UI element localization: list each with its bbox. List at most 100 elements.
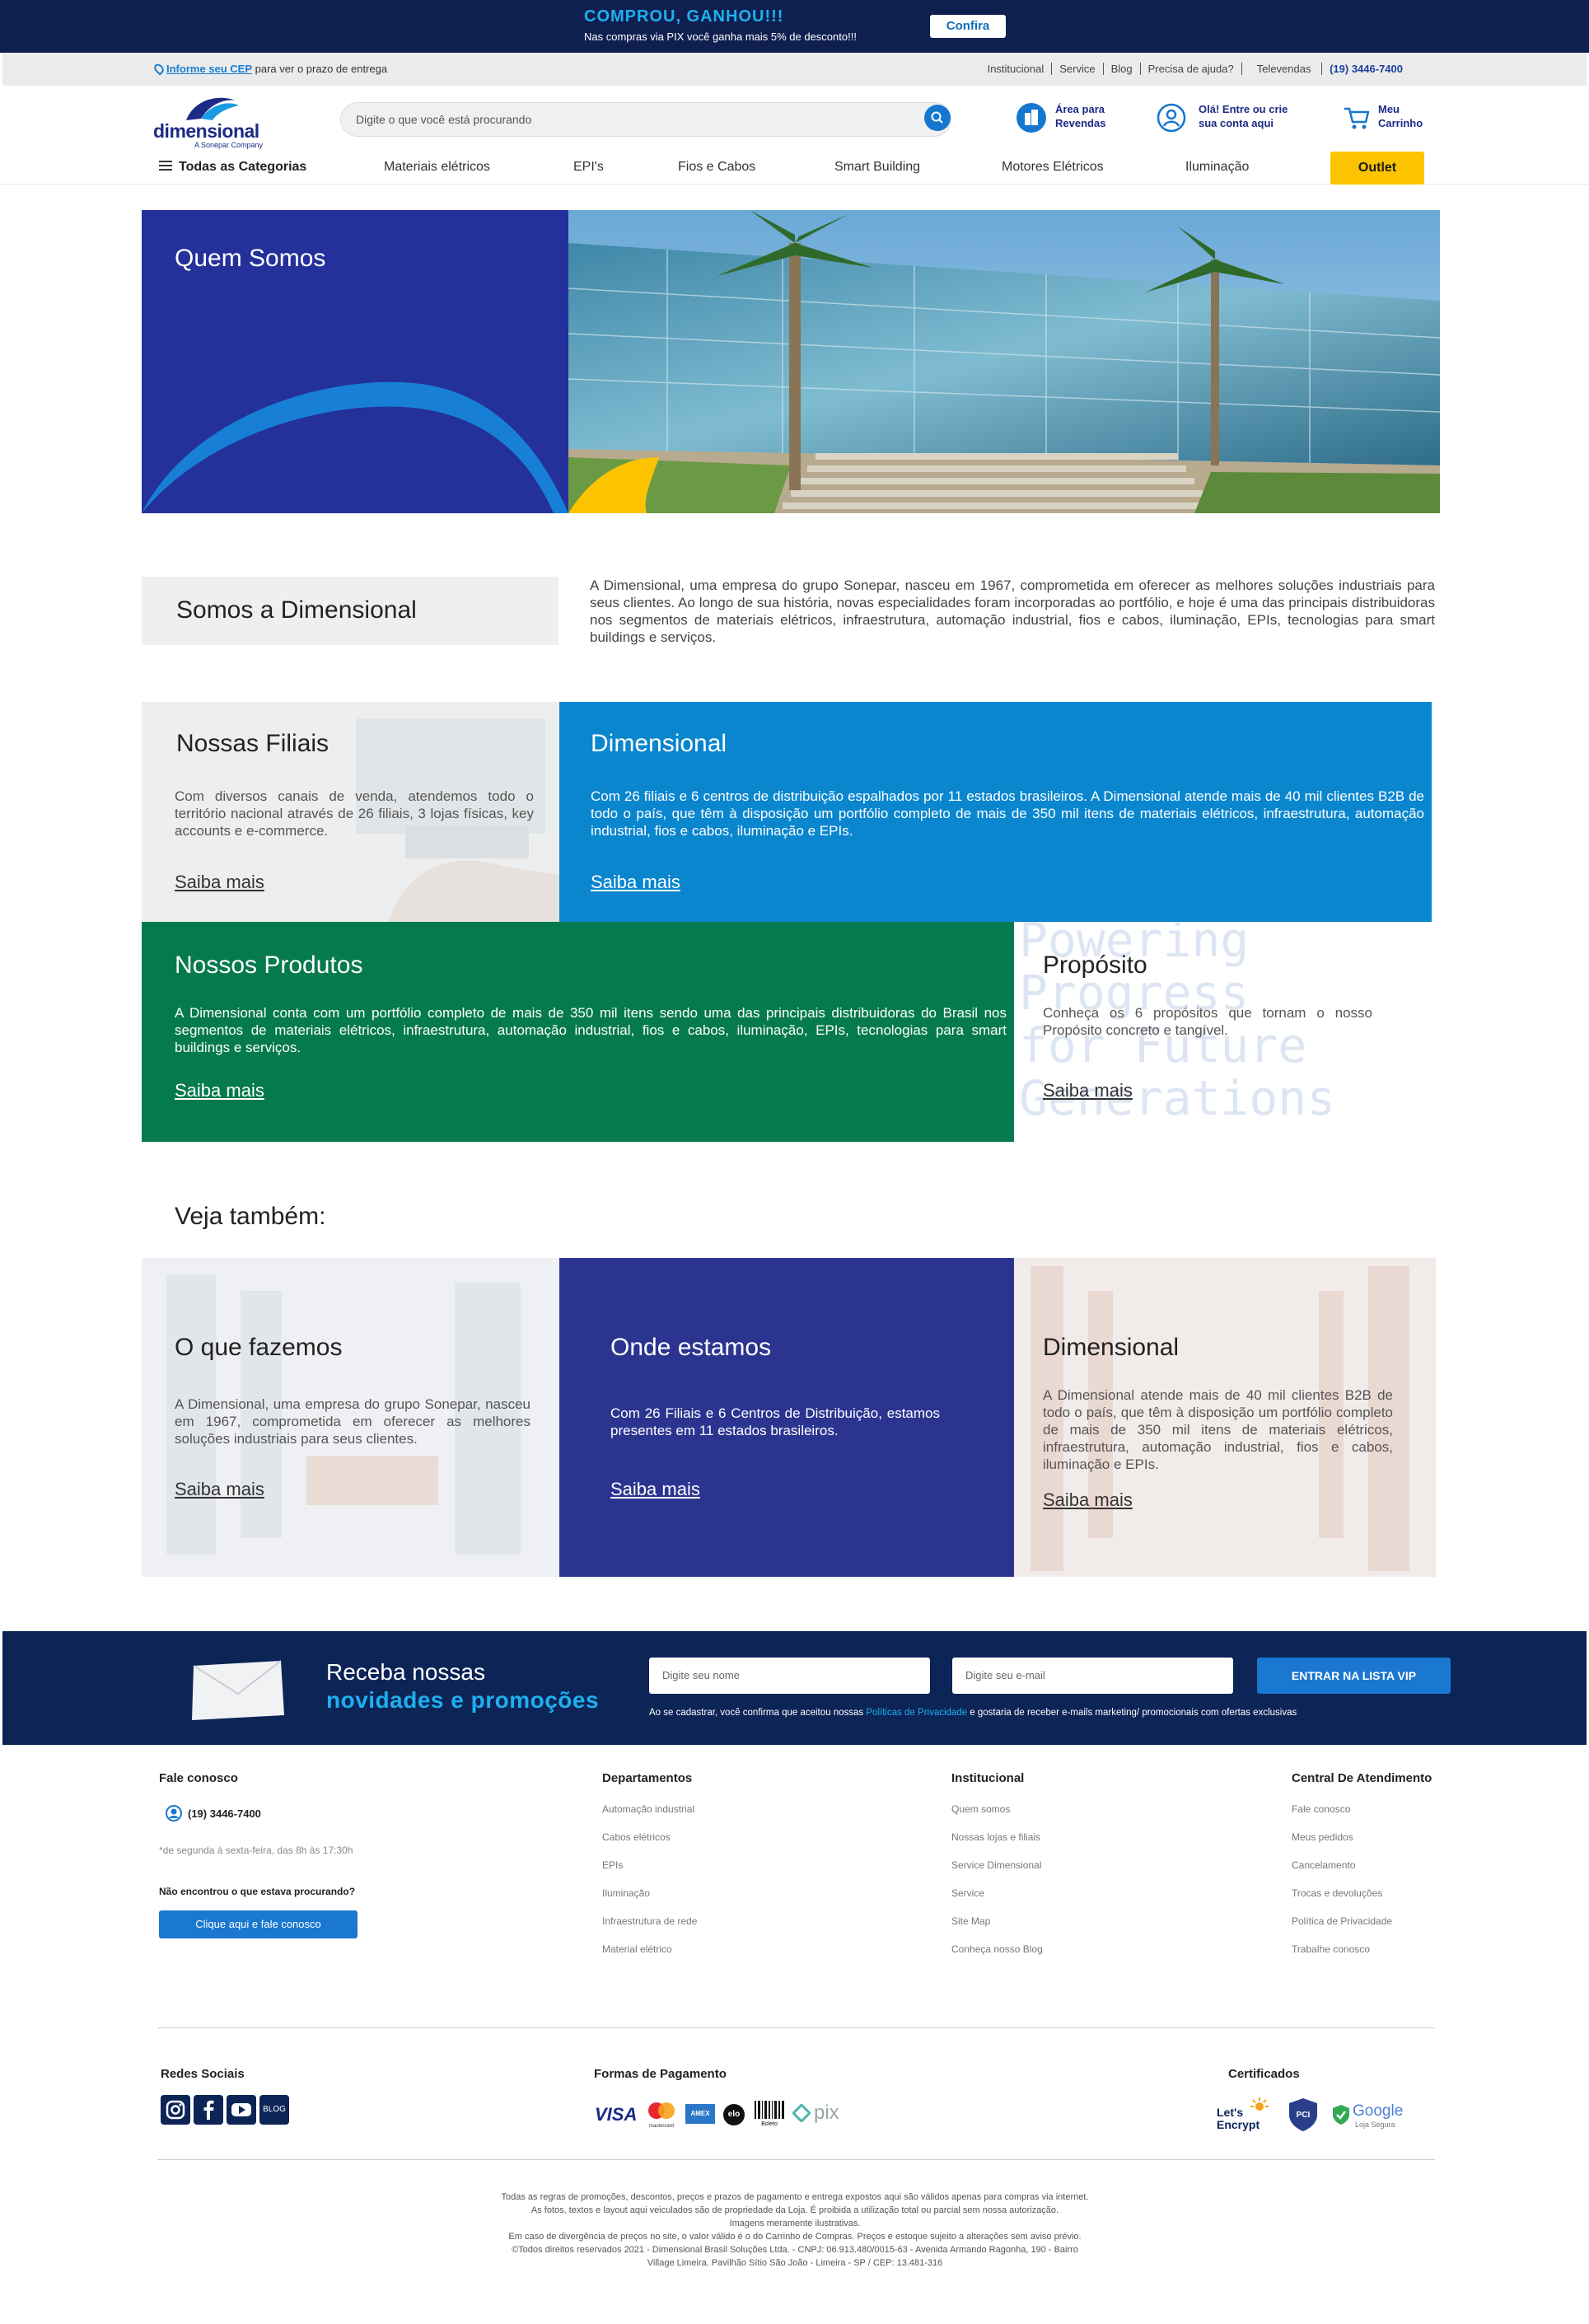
footer-dept-link[interactable]: Automação industrial xyxy=(602,1803,694,1815)
nav-smart-building[interactable]: Smart Building xyxy=(834,160,920,175)
hero-building-photo xyxy=(568,210,1440,513)
televendas[interactable]: Televendas (19) 3446-7400 xyxy=(1242,63,1418,75)
card-o-que-fazemos: O que fazemos A Dimensional, uma empresa… xyxy=(142,1258,559,1577)
footer-inst-link[interactable]: Site Map xyxy=(951,1915,990,1927)
hamburger-icon xyxy=(159,161,172,171)
card-fazemos-text: A Dimensional, uma empresa do grupo Sone… xyxy=(175,1396,530,1447)
youtube-icon[interactable] xyxy=(227,2095,256,2125)
footer-inst-link[interactable]: Service Dimensional xyxy=(951,1859,1041,1871)
card-estamos-saiba-mais[interactable]: Saiba mais xyxy=(610,1479,700,1500)
card-dimensional-see-also: Dimensional A Dimensional atende mais de… xyxy=(1014,1258,1436,1577)
blog-icon[interactable]: BLOG xyxy=(259,2095,289,2125)
util-link-service[interactable]: Service xyxy=(1052,63,1104,75)
card-proposito-title: Propósito xyxy=(1043,952,1147,979)
support-agent-icon xyxy=(166,1805,182,1821)
card-dimensional-text: Com 26 filiais e 6 centros de distribuiç… xyxy=(591,788,1424,839)
card-filiais-text: Com diversos canais de venda, atendemos … xyxy=(175,788,534,839)
footer-central-link[interactable]: Fale conosco xyxy=(1292,1803,1350,1815)
util-link-institucional[interactable]: Institucional xyxy=(980,63,1053,75)
footer-contact-title: Fale conosco xyxy=(159,1771,238,1785)
card-fazemos-saiba-mais[interactable]: Saiba mais xyxy=(175,1479,264,1500)
card-produtos-title: Nossos Produtos xyxy=(175,952,363,979)
facebook-icon[interactable] xyxy=(194,2095,223,2125)
footer-dept-link[interactable]: Material elétrico xyxy=(602,1943,672,1955)
footer-inst-link[interactable]: Conheça nosso Blog xyxy=(951,1943,1043,1955)
revendas-line2: Revendas xyxy=(1055,117,1106,129)
footer-not-found: Não encontrou o que estava procurando? xyxy=(159,1886,356,1897)
promo-confira-button[interactable]: Confira xyxy=(930,15,1006,38)
card-onde-estamos: Onde estamos Com 26 Filiais e 6 Centros … xyxy=(559,1258,1014,1577)
footer-central-link[interactable]: Meus pedidos xyxy=(1292,1831,1353,1843)
visa-icon: VISA xyxy=(595,2104,638,2125)
footer-inst-link[interactable]: Nossas lojas e filiais xyxy=(951,1831,1040,1843)
cep-link[interactable]: Informe seu CEP xyxy=(166,63,252,75)
footer-inst-title: Institucional xyxy=(951,1771,1025,1785)
nav-all-categories[interactable]: Todas as Categorias xyxy=(159,160,306,175)
newsletter-email-input[interactable]: Digite seu e-mail xyxy=(952,1658,1233,1694)
footer-inst-link[interactable]: Quem somos xyxy=(951,1803,1010,1815)
footer-central-link[interactable]: Trabalhe conosco xyxy=(1292,1943,1370,1955)
newsletter-disclaimer: Ao se cadastrar, você confirma que aceit… xyxy=(649,1708,1297,1718)
dimensional-logo[interactable]: dimensional A Sonepar Company xyxy=(153,92,273,149)
le-line2: Encrypt xyxy=(1217,2118,1260,2131)
legal-line: As fotos, textos e layout aqui veiculado… xyxy=(530,2205,1059,2215)
nav-iluminacao[interactable]: Iluminação xyxy=(1185,160,1249,175)
util-link-help[interactable]: Precisa de ajuda? xyxy=(1141,63,1242,75)
footer-contact-button[interactable]: Clique aqui e fale conosco xyxy=(159,1910,358,1938)
google-label: Google xyxy=(1353,2102,1404,2120)
promo-subtitle: Nas compras via PIX você ganha mais 5% d… xyxy=(584,30,857,43)
card-dim2-saiba-mais[interactable]: Saiba mais xyxy=(1043,1489,1133,1511)
footer-dept-link[interactable]: Infraestrutura de rede xyxy=(602,1915,697,1927)
newsletter-name-input[interactable]: Digite seu nome xyxy=(649,1658,930,1694)
footer-dept-link[interactable]: Cabos elétricos xyxy=(602,1831,671,1843)
google-sub-label: Loja Segura xyxy=(1355,2121,1395,2129)
promo-bar: COMPROU, GANHOU!!! Nas compras via PIX v… xyxy=(0,0,1589,53)
hero-title: Quem Somos xyxy=(175,245,326,272)
footer-inst-link[interactable]: Service xyxy=(951,1887,984,1899)
pci-shield-icon: PCI xyxy=(1289,2098,1317,2131)
card-dimensional-saiba-mais[interactable]: Saiba mais xyxy=(591,872,680,893)
instagram-icon[interactable] xyxy=(161,2095,190,2125)
footer-central-link[interactable]: Cancelamento xyxy=(1292,1859,1355,1871)
footer-dept-link[interactable]: EPIs xyxy=(602,1859,623,1871)
account-link[interactable]: Olá! Entre ou crie sua conta aqui xyxy=(1199,102,1288,130)
footer-legal: Todas as regras de promoções, descontos,… xyxy=(395,2191,1194,2270)
legal-line: ©Todos direitos reservados 2021 - Dimens… xyxy=(512,2245,1078,2255)
search-button[interactable] xyxy=(924,105,951,131)
footer-dept-link[interactable]: Iluminação xyxy=(602,1887,650,1899)
footer-phone[interactable]: (19) 3446-7400 xyxy=(188,1807,261,1820)
footer-payment-title: Formas de Pagamento xyxy=(594,2067,727,2081)
privacy-policy-link[interactable]: Políticas de Privacidade xyxy=(866,1708,967,1718)
nav-fios-e-cabos[interactable]: Fios e Cabos xyxy=(678,160,755,175)
cart-link[interactable]: Meu Carrinho xyxy=(1378,102,1423,130)
televendas-label: Televendas xyxy=(1249,63,1323,75)
boleto-icon: Boleto xyxy=(755,2101,784,2127)
legal-line: Imagens meramente ilustrativas. xyxy=(729,2219,861,2228)
revendas-link[interactable]: Área para Revendas xyxy=(1055,102,1105,130)
pix-icon: pix xyxy=(814,2102,839,2124)
outlet-button[interactable]: Outlet xyxy=(1330,152,1424,185)
search-input[interactable]: Digite o que você está procurando xyxy=(340,102,951,137)
card-proposito-saiba-mais[interactable]: Saiba mais xyxy=(1043,1080,1133,1101)
pci-label: PCI xyxy=(1297,2111,1311,2120)
nav-motores-eletricos[interactable]: Motores Elétricos xyxy=(1002,160,1104,175)
util-link-blog[interactable]: Blog xyxy=(1104,63,1141,75)
nav-materiais-eletricos[interactable]: Materiais elétricos xyxy=(384,160,490,175)
card-filiais-saiba-mais[interactable]: Saiba mais xyxy=(175,872,264,893)
newsletter-line1: Receba nossas xyxy=(326,1659,486,1685)
disclaimer-pre: Ao se cadastrar, você confirma que aceit… xyxy=(649,1708,867,1718)
footer-cert-title: Certificados xyxy=(1228,2067,1300,2081)
nav-epis[interactable]: EPI's xyxy=(573,160,604,175)
promo-title: COMPROU, GANHOU!!! xyxy=(584,7,784,26)
cep-text: para ver o prazo de entrega xyxy=(252,63,388,75)
newsletter-submit-button[interactable]: ENTRAR NA LISTA VIP xyxy=(1257,1658,1451,1694)
footer-central-link[interactable]: Política de Privacidade xyxy=(1292,1915,1392,1927)
footer-central-link[interactable]: Trocas e devoluções xyxy=(1292,1887,1382,1899)
utility-links: Institucional Service Blog Precisa de aj… xyxy=(980,63,1418,75)
card-nossas-filiais: Nossas Filiais Com diversos canais de ve… xyxy=(142,702,559,922)
card-produtos-saiba-mais[interactable]: Saiba mais xyxy=(175,1080,264,1101)
newsletter-banner: Receba nossas novidades e promoções Digi… xyxy=(2,1631,1587,1745)
legal-line: Em caso de divergência de preços no site… xyxy=(508,2232,1082,2242)
footer-hours: *de segunda à sexta-feira, das 8h às 17:… xyxy=(159,1845,353,1856)
cart-line2: Carrinho xyxy=(1378,117,1423,129)
